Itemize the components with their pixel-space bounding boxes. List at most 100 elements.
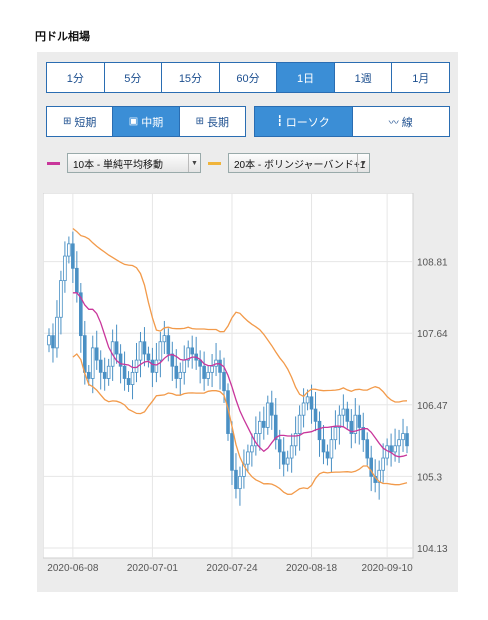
candle-body xyxy=(345,408,350,422)
y-tick-label: 108.81 xyxy=(417,258,448,269)
candle-body xyxy=(130,371,135,385)
ma-select[interactable]: 10本 - 単純平均移動 ▼ xyxy=(67,153,201,173)
tab-60min[interactable]: 60分 xyxy=(218,63,277,92)
candle-body xyxy=(333,427,338,441)
candle-body xyxy=(262,420,266,428)
candle-body xyxy=(114,341,119,355)
candle-body xyxy=(222,371,226,392)
y-tick-label: 107.64 xyxy=(417,329,448,340)
x-axis-labels: 2020-06-08 2020-07-01 2020-07-24 2020-08-18… xyxy=(47,563,413,574)
candle-body xyxy=(86,371,91,379)
candle-body xyxy=(393,445,397,453)
candle-body xyxy=(166,335,171,355)
candle-body xyxy=(142,341,147,355)
bb-select[interactable]: 20本 - ボリンジャーバンド+1 ▼ xyxy=(228,153,370,173)
candle-body xyxy=(309,396,314,410)
y-axis-labels: 108.81 107.64 106.47 105.3 104.13 xyxy=(417,258,448,555)
candle-body xyxy=(401,433,405,441)
candle-body xyxy=(218,359,222,373)
candle-body xyxy=(122,365,127,379)
tab-1min[interactable]: 1分 xyxy=(47,63,104,92)
candle-body xyxy=(250,445,254,453)
candle-body xyxy=(106,365,111,379)
candle-body xyxy=(317,420,322,441)
candlestick-button[interactable]: ┇ ローソク xyxy=(255,107,352,136)
y-tick-label: 105.3 xyxy=(417,472,442,483)
chevron-down-icon: ▼ xyxy=(357,154,369,172)
candle-body xyxy=(138,341,143,361)
candle-body xyxy=(357,414,362,428)
ma-indicator-row: 10本 - 単純平均移動 ▼ xyxy=(47,153,201,173)
candle-body xyxy=(202,365,206,379)
candle-body xyxy=(258,420,262,434)
tab-1day[interactable]: 1日 xyxy=(276,63,334,92)
candle-body xyxy=(71,243,75,269)
x-tick-label: 2020-06-08 xyxy=(47,563,99,574)
candle-body xyxy=(325,451,330,459)
range-icon: ⊞ xyxy=(62,116,72,127)
candle-body xyxy=(55,316,59,349)
candle-body xyxy=(154,359,159,373)
x-tick-label: 2020-07-01 xyxy=(127,563,179,574)
tab-1month[interactable]: 1月 xyxy=(391,63,449,92)
candle-body xyxy=(269,402,274,416)
candle-body xyxy=(297,414,302,434)
candle-body xyxy=(210,365,214,373)
candle-body xyxy=(381,457,385,471)
x-tick-label: 2020-07-24 xyxy=(206,563,258,574)
tab-1week[interactable]: 1週 xyxy=(333,63,392,92)
term-buttons: ⊞ 短期 ▣ 中期 ⊞ 長期 xyxy=(46,106,246,137)
candle-body xyxy=(59,280,63,318)
candle-body xyxy=(67,243,71,257)
chart-type-buttons: ┇ ローソク 〰 線 xyxy=(254,106,450,137)
y-tick-label: 104.13 xyxy=(417,544,448,555)
line-button[interactable]: 〰 線 xyxy=(351,107,450,136)
ma-swatch xyxy=(47,161,60,165)
candle-body xyxy=(174,365,179,379)
candle-body xyxy=(150,359,155,373)
candle-body xyxy=(75,267,79,294)
candle-body xyxy=(289,445,294,459)
candle-body xyxy=(162,335,167,343)
candle-body xyxy=(230,433,234,471)
mid-term-button[interactable]: ▣ 中期 xyxy=(112,107,179,136)
long-term-label: 長期 xyxy=(207,116,230,129)
candle-body xyxy=(234,469,238,490)
price-chart[interactable]: 108.81 107.64 106.47 105.3 104.13 2020-06-08… xyxy=(42,192,453,583)
candle-body xyxy=(63,255,67,281)
page-title: 円ドル相場 xyxy=(35,30,90,43)
candlestick-icon: ┇ xyxy=(276,116,283,127)
candle-body xyxy=(329,439,334,459)
line-label: 線 xyxy=(401,116,413,129)
candle-body xyxy=(313,408,318,422)
candle-body xyxy=(178,371,183,379)
candle-body xyxy=(301,402,306,416)
long-term-button[interactable]: ⊞ 長期 xyxy=(178,107,245,136)
bb-indicator-row: 20本 - ボリンジャーバンド+1 ▼ xyxy=(208,153,370,173)
candle-body xyxy=(146,353,151,361)
candle-body xyxy=(246,451,250,465)
candle-body xyxy=(98,359,103,373)
candle-body xyxy=(90,347,95,379)
chart-svg: 108.81 107.64 106.47 105.3 104.13 2020-06-08… xyxy=(42,192,448,574)
candle-body xyxy=(102,371,107,379)
x-tick-label: 2020-09-10 xyxy=(362,563,414,574)
candle-body xyxy=(47,335,51,346)
tab-15min[interactable]: 15分 xyxy=(161,63,219,92)
chevron-down-icon: ▼ xyxy=(188,154,200,172)
candle-body xyxy=(126,378,131,385)
x-tick-label: 2020-08-18 xyxy=(286,563,338,574)
candle-body xyxy=(273,414,278,441)
bb-swatch xyxy=(208,161,221,165)
range-icon: ⊞ xyxy=(195,116,205,127)
tab-5min[interactable]: 5分 xyxy=(103,63,162,92)
candle-body xyxy=(277,439,282,453)
short-term-button[interactable]: ⊞ 短期 xyxy=(47,107,112,136)
candle-body xyxy=(94,347,99,361)
candle-body xyxy=(281,451,286,465)
range-icon: ▣ xyxy=(128,116,139,127)
candle-body xyxy=(158,341,163,361)
candle-body xyxy=(305,396,310,404)
candle-body xyxy=(51,335,55,349)
candle-body xyxy=(321,439,326,453)
